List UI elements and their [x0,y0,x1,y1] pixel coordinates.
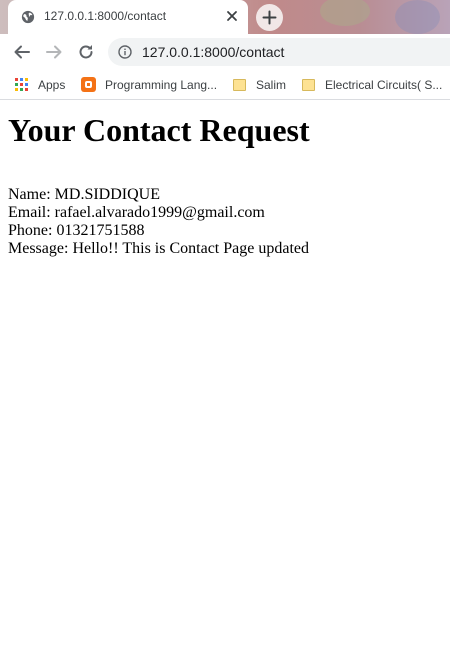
field-label: Email: [8,204,51,221]
bookmark-apps[interactable]: Apps [15,76,65,93]
bookmark-label: Electrical Circuits( S... [325,77,443,92]
tab-strip-background-decoration [395,0,440,34]
bookmark-label: Salim [256,77,287,92]
url-text[interactable]: 127.0.0.1:8000/contact [142,44,284,60]
globe-icon [21,10,35,24]
page-title: Your Contact Request [8,112,310,148]
bookmark-salim[interactable]: Salim [233,76,286,93]
apps-grid-icon [15,78,28,91]
active-tab[interactable]: 127.0.0.1:8000/contact [8,0,248,34]
close-icon[interactable] [224,8,240,24]
tab-title: 127.0.0.1:8000/contact [44,9,167,23]
field-label: Name: [8,186,51,203]
browser-toolbar: 127.0.0.1:8000/contact [0,34,450,70]
folder-icon [233,78,246,91]
new-tab-button[interactable] [256,4,283,31]
folder-icon [302,78,315,91]
bookmark-label: Apps [38,77,66,92]
tab-strip: 127.0.0.1:8000/contact [0,0,450,34]
address-bar[interactable]: 127.0.0.1:8000/contact [108,38,450,66]
contact-details: Name: MD.SIDDIQUE Email: rafael.alvarado… [8,186,309,258]
page-content: Your Contact Request Name: MD.SIDDIQUE E… [0,100,450,662]
bookmarks-bar: Apps Programming Lang... Salim Electrica… [0,70,450,100]
bookmark-electrical-circuits[interactable]: Electrical Circuits( S... [302,76,442,93]
contact-phone-row: Phone: 01321751588 [8,222,309,240]
bookmark-programming[interactable]: Programming Lang... [81,76,217,93]
bookmark-label: Programming Lang... [105,77,218,92]
contact-email-value: rafael.alvarado1999@gmail.com [54,204,265,221]
forward-arrow-icon[interactable] [44,42,64,62]
contact-name-row: Name: MD.SIDDIQUE [8,186,309,204]
back-arrow-icon[interactable] [12,42,32,62]
contact-phone-value: 01321751588 [56,222,145,239]
tab-strip-background-decoration [320,0,370,26]
reload-icon[interactable] [76,42,96,62]
contact-email-row: Email: rafael.alvarado1999@gmail.com [8,204,309,222]
contact-message-value: Hello!! This is Contact Page updated [72,240,309,257]
field-label: Message: [8,240,69,257]
info-icon[interactable] [118,45,132,59]
blogger-icon [81,77,96,92]
contact-name-value: MD.SIDDIQUE [54,186,160,203]
field-label: Phone: [8,222,53,239]
contact-message-row: Message: Hello!! This is Contact Page up… [8,240,309,258]
plus-icon [262,10,277,25]
